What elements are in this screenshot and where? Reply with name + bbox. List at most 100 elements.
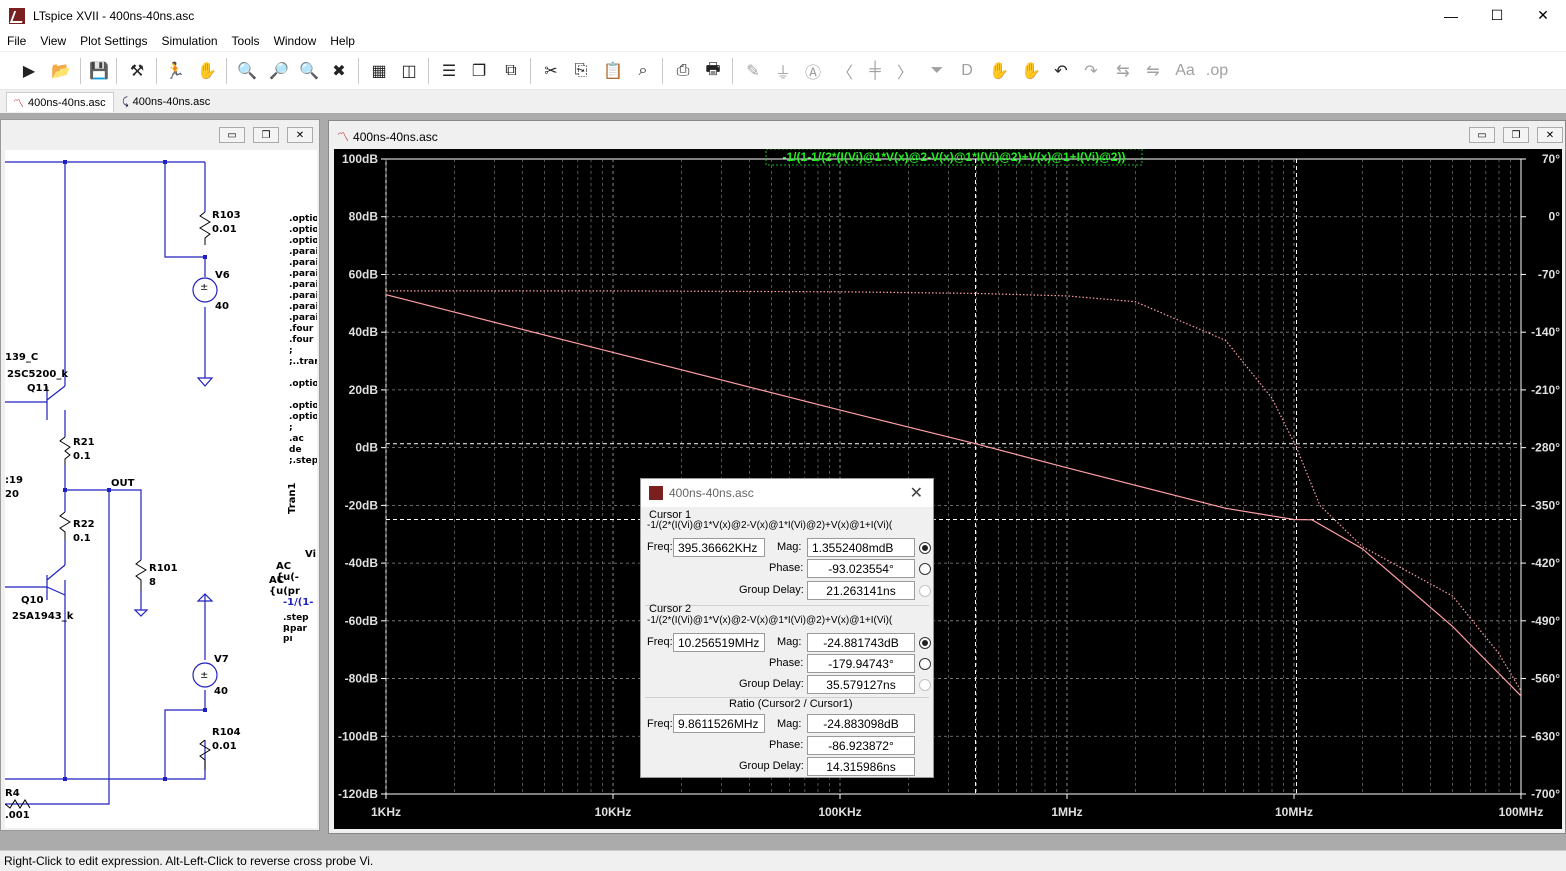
plot-area[interactable]: 100dB 70° 80dB 0° 60dB -70° 40dB -140° 20dB -210°… bbox=[334, 148, 1562, 829]
zoom-cancel-icon[interactable]: ✖ bbox=[326, 58, 352, 84]
open-folder-icon[interactable]: 📂 bbox=[48, 58, 74, 84]
schematic-canvas[interactable]: ± ± R103 0.01 V6 40 139_C 2SC5200_k Q11 … bbox=[5, 150, 317, 828]
mark-icon[interactable]: ◫ bbox=[396, 58, 422, 84]
menu-window[interactable]: Window bbox=[267, 34, 324, 48]
spice-directive-line bbox=[289, 368, 317, 379]
y-right-tick-label: -210° bbox=[1531, 383, 1560, 397]
tile-horizontal-icon[interactable]: ☰ bbox=[436, 58, 462, 84]
schematic-close-button[interactable]: ✕ bbox=[287, 127, 313, 143]
label-q10: Q10 bbox=[21, 595, 44, 606]
label-expression: -1/(1- bbox=[283, 597, 314, 608]
ratio-mag-field[interactable]: -24.883098dB bbox=[807, 714, 915, 733]
pan-icon[interactable]: ✋ bbox=[194, 58, 220, 84]
zoom-out-icon[interactable]: 🔍 bbox=[296, 58, 322, 84]
magnitude-trace bbox=[385, 294, 1522, 697]
ratio-freq-label: Freq: bbox=[647, 718, 673, 730]
cursor2-group-delay-radio[interactable] bbox=[919, 679, 931, 691]
close-button[interactable]: ✕ bbox=[1520, 0, 1566, 31]
run-icon[interactable]: ▶ bbox=[16, 58, 42, 84]
cursor1-phase-field[interactable]: -93.023554° bbox=[807, 559, 915, 578]
undo-icon[interactable]: ↶ bbox=[1048, 58, 1074, 84]
autorange-icon[interactable]: ▦ bbox=[366, 58, 392, 84]
print-setup-icon[interactable]: 🖶 bbox=[700, 58, 726, 84]
diode-icon[interactable]: ⏷ bbox=[924, 58, 950, 84]
label-139c: 139_C bbox=[5, 352, 39, 363]
schematic-restore-button[interactable]: ❐ bbox=[253, 127, 279, 143]
label-r104: R104 bbox=[212, 727, 241, 738]
spice-directive-line: ; bbox=[289, 423, 293, 433]
zoom-area-icon[interactable]: 🔎 bbox=[266, 58, 292, 84]
waveform-close-button[interactable]: ✕ bbox=[1537, 127, 1563, 143]
cursor2-freq-field[interactable]: 10.256519MHz bbox=[673, 633, 765, 652]
find-icon[interactable]: ⌕ bbox=[630, 58, 656, 84]
cursor2-mag-field[interactable]: -24.881743dB bbox=[807, 633, 915, 652]
cursor1-group-delay-field[interactable]: 21.263141ns bbox=[807, 581, 915, 600]
cursor2-mag-radio[interactable] bbox=[919, 637, 931, 649]
tab-waveform[interactable]: 〽 400ns-40ns.asc bbox=[6, 92, 114, 112]
menu-help[interactable]: Help bbox=[323, 34, 362, 48]
cut-icon[interactable]: ✂ bbox=[538, 58, 564, 84]
redo-icon[interactable]: ↷ bbox=[1078, 58, 1104, 84]
control-panel-icon[interactable]: ⚒ bbox=[124, 58, 150, 84]
waveform-title: 400ns-40ns.asc bbox=[353, 129, 438, 144]
menu-file[interactable]: File bbox=[0, 34, 33, 48]
x-tick-label: 10KHz bbox=[595, 805, 632, 819]
cursor1-group-delay-radio[interactable] bbox=[919, 585, 931, 597]
print-icon[interactable]: ⎙ bbox=[670, 58, 696, 84]
cascade-icon[interactable]: ❐ bbox=[466, 58, 492, 84]
minimize-button[interactable]: — bbox=[1428, 0, 1474, 31]
menu-view[interactable]: View bbox=[33, 34, 73, 48]
move-icon[interactable]: ✋ bbox=[986, 58, 1012, 84]
paste-icon[interactable]: 📋 bbox=[600, 58, 626, 84]
menu-plot-settings[interactable]: Plot Settings bbox=[73, 34, 154, 48]
waveform-minimize-button[interactable]: ▭ bbox=[1469, 127, 1495, 143]
toolbar-separator bbox=[226, 58, 227, 84]
resistor-icon[interactable]: 〈 bbox=[832, 58, 858, 84]
tile-vertical-icon[interactable]: ⧉ bbox=[498, 58, 524, 84]
spice-directive-line: .parai bbox=[289, 291, 317, 301]
ratio-phase-field[interactable]: -86.923872° bbox=[807, 736, 915, 755]
inductor-icon[interactable]: 〉 bbox=[892, 58, 918, 84]
menu-tools[interactable]: Tools bbox=[225, 34, 267, 48]
cursor1-freq-field[interactable]: 395.36662KHz bbox=[673, 538, 765, 557]
waveform-restore-button[interactable]: ❐ bbox=[1503, 127, 1529, 143]
drag-icon[interactable]: ✋ bbox=[1018, 58, 1044, 84]
trace-label[interactable]: -1/(1-1/(2*(I(Vi)@1*V(x)@2-V(x)@1*I(Vi)@… bbox=[783, 150, 1126, 164]
y-tick-label: 60dB bbox=[349, 267, 379, 281]
y-right-tick-label: 0° bbox=[1549, 210, 1561, 224]
cursor2-group-delay-field[interactable]: 35.579127ns bbox=[807, 675, 915, 694]
spice-directive-line: .optio bbox=[289, 225, 317, 235]
ratio-group-delay-field[interactable]: 14.315986ns bbox=[807, 757, 915, 776]
ratio-group-delay-label: Group Delay: bbox=[739, 760, 804, 772]
ground-icon[interactable]: ⏚ bbox=[770, 58, 796, 84]
schematic-minimize-button[interactable]: ▭ bbox=[219, 127, 245, 143]
zoom-in-icon[interactable]: 🔍 bbox=[234, 58, 260, 84]
maximize-button[interactable]: ☐ bbox=[1474, 0, 1520, 31]
toolbar-separator bbox=[116, 58, 117, 84]
bode-plot[interactable]: 100dB 70° 80dB 0° 60dB -70° 40dB -140° 20dB -210°… bbox=[334, 148, 1562, 829]
wire-icon[interactable]: ✎ bbox=[740, 58, 766, 84]
ratio-freq-field[interactable]: 9.8611526MHz bbox=[673, 714, 765, 733]
cursor1-mag-radio[interactable] bbox=[919, 542, 931, 554]
text-icon[interactable]: Aa bbox=[1172, 58, 1198, 84]
halt-icon[interactable]: 🏃 bbox=[162, 58, 188, 84]
component-icon[interactable]: D bbox=[954, 58, 980, 84]
dialog-close-icon[interactable]: ✕ bbox=[910, 483, 923, 503]
cursor1-phase-radio[interactable] bbox=[919, 563, 931, 575]
v6-plus-minus: ± bbox=[200, 282, 208, 293]
cursor2-phase-radio[interactable] bbox=[919, 658, 931, 670]
menu-simulation[interactable]: Simulation bbox=[155, 34, 225, 48]
capacitor-icon[interactable]: ╪ bbox=[862, 58, 888, 84]
tab-schematic[interactable]: ⤹ 400ns-40ns.asc bbox=[116, 92, 226, 112]
save-icon[interactable]: 💾 bbox=[86, 58, 112, 84]
label-net-icon[interactable]: Ⓐ bbox=[800, 58, 826, 84]
resistor-symbols bbox=[5, 211, 211, 809]
cursor2-phase-field[interactable]: -179.94743° bbox=[807, 654, 915, 673]
copy-icon[interactable]: ⎘ bbox=[568, 58, 594, 84]
spice-directive-line: .parai bbox=[289, 269, 317, 279]
mirror-icon[interactable]: ⇋ bbox=[1140, 58, 1166, 84]
spice-directive-icon[interactable]: .op bbox=[1204, 58, 1230, 84]
cursor1-mag-field[interactable]: 1.3552408mdB bbox=[807, 538, 915, 557]
spice-directive-line: .optio bbox=[289, 214, 317, 224]
rotate-icon[interactable]: ⇆ bbox=[1110, 58, 1136, 84]
